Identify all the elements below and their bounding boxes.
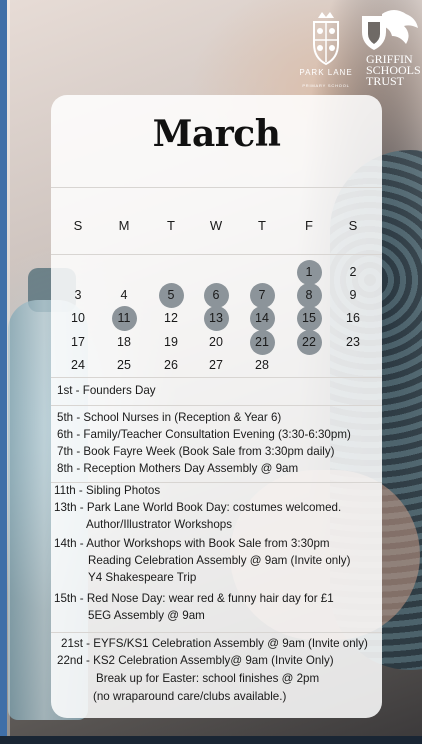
event-item: Author/Illustrator Workshops bbox=[86, 518, 233, 531]
event-item: 14th - Author Workshops with Book Sale f… bbox=[54, 537, 330, 550]
weekday-header: F bbox=[305, 218, 313, 233]
calendar-day: 4 bbox=[120, 288, 128, 302]
calendar-day: 19 bbox=[164, 335, 178, 349]
event-item: 5EG Assembly @ 9am bbox=[88, 609, 205, 622]
calendar-day: 10 bbox=[71, 311, 85, 325]
calendar-day: 7 bbox=[258, 288, 266, 302]
calendar-day: 5 bbox=[167, 288, 175, 302]
calendar-day: 15 bbox=[302, 311, 316, 325]
divider bbox=[51, 405, 382, 406]
calendar-card: March S M T W T F S 1 2 3 4 5 6 7 8 9 10 11 12 13 14 15 16 17 18… bbox=[51, 95, 382, 718]
weekday-header: T bbox=[258, 218, 266, 233]
calendar-day: 1 bbox=[305, 265, 313, 279]
calendar-day: 17 bbox=[71, 335, 85, 349]
event-item: Break up for Easter: school finishes @ 2… bbox=[96, 672, 320, 685]
calendar-day: 18 bbox=[117, 335, 131, 349]
event-item: (no wraparound care/clubs available.) bbox=[93, 690, 287, 703]
event-item: Y4 Shakespeare Trip bbox=[88, 571, 197, 584]
calendar-day: 13 bbox=[209, 311, 223, 325]
weekday-header: S bbox=[348, 218, 358, 233]
month-title: March bbox=[152, 113, 281, 155]
event-item: 1st - Founders Day bbox=[57, 384, 156, 397]
calendar-day: 12 bbox=[164, 311, 178, 325]
event-item: 22nd - KS2 Celebration Assembly@ 9am (In… bbox=[57, 654, 334, 667]
divider bbox=[51, 482, 382, 483]
griffin-shield-icon bbox=[362, 10, 418, 50]
calendar-day: 11 bbox=[117, 311, 131, 325]
calendar-day: 24 bbox=[71, 358, 85, 372]
calendar-day: 14 bbox=[255, 311, 269, 325]
event-item: Reading Celebration Assembly @ 9am (Invi… bbox=[88, 554, 351, 567]
event-item: 8th - Reception Mothers Day Assembly @ 9… bbox=[57, 462, 299, 475]
calendar-day: 8 bbox=[305, 288, 313, 302]
calendar-day: 26 bbox=[164, 358, 178, 372]
divider bbox=[51, 377, 382, 378]
calendar-day: 16 bbox=[346, 311, 360, 325]
event-item: 21st - EYFS/KS1 Celebration Assembly @ 9… bbox=[61, 637, 368, 650]
event-item: 7th - Book Fayre Week (Book Sale from 3:… bbox=[57, 445, 335, 458]
park-lane-crest-icon bbox=[313, 12, 339, 66]
calendar-day: 22 bbox=[302, 335, 316, 349]
event-item: 11th - Sibling Photos bbox=[54, 484, 161, 497]
weekday-header: W bbox=[209, 218, 223, 233]
bottom-edge-strip bbox=[0, 736, 422, 744]
park-lane-subtitle: PRIMARY SCHOOL bbox=[302, 83, 350, 88]
calendar-day: 21 bbox=[255, 335, 269, 349]
event-item: 5th - School Nurses in (Reception & Year… bbox=[57, 411, 282, 424]
calendar-day: 28 bbox=[255, 358, 269, 372]
park-lane-name: PARK LANE bbox=[299, 68, 353, 77]
divider bbox=[51, 187, 382, 188]
event-item: 15th - Red Nose Day: wear red & funny ha… bbox=[54, 592, 334, 605]
weekday-header: M bbox=[118, 218, 130, 233]
calendar-day: 20 bbox=[209, 335, 223, 349]
divider bbox=[51, 254, 382, 255]
divider bbox=[51, 632, 382, 633]
event-item: 13th - Park Lane World Book Day: costume… bbox=[54, 501, 342, 514]
weekday-header: T bbox=[167, 218, 175, 233]
calendar-day: 6 bbox=[212, 288, 220, 302]
school-logos: PARK LANE PRIMARY SCHOOL GRIFFIN SCHOOLS… bbox=[288, 8, 422, 98]
weekday-header: S bbox=[73, 218, 83, 233]
left-edge-strip bbox=[0, 0, 10, 744]
calendar-day: 2 bbox=[349, 265, 357, 279]
calendar-day: 25 bbox=[117, 358, 131, 372]
event-item: 6th - Family/Teacher Consultation Evenin… bbox=[57, 428, 351, 441]
calendar-day: 3 bbox=[74, 288, 82, 302]
griffin-schools-trust-name: GRIFFIN SCHOOLS TRUST bbox=[366, 53, 422, 88]
calendar-day: 23 bbox=[346, 335, 360, 349]
calendar-day: 9 bbox=[349, 288, 357, 302]
calendar-day: 27 bbox=[209, 358, 223, 372]
griffin-line-3: TRUST bbox=[366, 74, 405, 88]
